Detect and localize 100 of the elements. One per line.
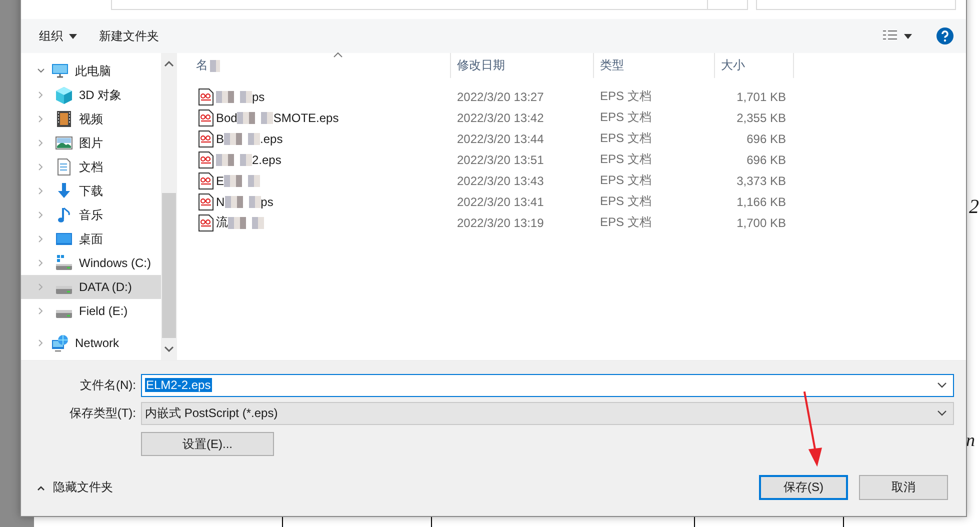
- chevron-icon: [37, 283, 45, 291]
- nav-item[interactable]: Network: [21, 331, 161, 355]
- nav-item[interactable]: DATA (D:): [21, 275, 161, 299]
- chevron-icon: [37, 67, 45, 75]
- table-cell-text: EPS 文档: [599, 88, 652, 105]
- chevron-icon: [37, 211, 45, 219]
- sort-icon: [333, 52, 343, 58]
- blur-mosaic: [228, 216, 264, 228]
- nav-item[interactable]: Field (E:): [21, 299, 161, 323]
- chevron-icon: [37, 163, 45, 171]
- dropdown-icon[interactable]: [937, 410, 947, 416]
- dropdown-icon[interactable]: [937, 382, 947, 388]
- network-icon: [51, 334, 69, 352]
- music-note-icon: [55, 206, 73, 224]
- file-name[interactable]: 流: [216, 214, 228, 231]
- chevron-icon: [37, 139, 45, 147]
- table-cell-text: 2022/3/20 13:41: [456, 194, 545, 210]
- nav-item[interactable]: 桌面: [21, 227, 161, 251]
- column-header[interactable]: 名: [195, 53, 451, 78]
- chevron-icon: [37, 115, 45, 123]
- chevron-icon: [37, 187, 45, 195]
- nav-item[interactable]: Windows (C:): [21, 251, 161, 275]
- nav-item[interactable]: 图片: [21, 131, 161, 155]
- file-name[interactable]: .eps: [260, 132, 283, 146]
- filename-field[interactable]: ELM2-2.eps: [141, 374, 954, 396]
- caret-icon: [69, 34, 77, 38]
- table-cell-text: 696 KB: [746, 152, 787, 168]
- file-name[interactable]: 2.eps: [252, 152, 282, 166]
- nav-item[interactable]: 此电脑: [21, 59, 161, 83]
- settings-button[interactable]: 设置(E)...: [141, 432, 274, 456]
- blur-mosaic: [210, 60, 220, 72]
- field-label: 文件名(N):: [79, 376, 137, 394]
- document-icon: [55, 158, 73, 176]
- drive-icon: [55, 254, 73, 272]
- table-cell-text: EPS 文档: [599, 193, 652, 210]
- eps-file-icon: [198, 192, 214, 210]
- table-cell-text: 1,700 KB: [736, 214, 787, 232]
- help-icon[interactable]: [936, 27, 954, 45]
- chevron-icon: [37, 339, 45, 347]
- chevron-icon: [37, 235, 45, 243]
- nav-item[interactable]: 下载: [21, 179, 161, 203]
- hide-folders-button[interactable]: 隐藏文件夹: [31, 478, 119, 497]
- table-cell-text: EPS 文档: [599, 214, 652, 231]
- eps-file-icon: [198, 214, 214, 232]
- chevron-icon: [37, 307, 45, 315]
- file-name[interactable]: E: [216, 174, 224, 188]
- chevron-icon: [37, 91, 45, 99]
- table-cell-text: 2022/3/20 13:44: [456, 130, 545, 148]
- scroll-down-icon[interactable]: [164, 346, 174, 352]
- monitor-icon: [55, 230, 73, 248]
- table-cell-text: 2022/3/20 13:27: [456, 88, 545, 106]
- drive-icon: [55, 285, 73, 295]
- eps-file-icon: [198, 108, 214, 126]
- film-icon: [55, 110, 73, 128]
- field-label: 保存类型(T):: [68, 404, 137, 422]
- file-name[interactable]: ps: [252, 90, 265, 104]
- table-cell-text: 3,373 KB: [736, 172, 787, 190]
- file-name[interactable]: N: [216, 194, 225, 208]
- document-text: 2: [969, 196, 979, 219]
- nav-item[interactable]: 文档: [21, 155, 161, 179]
- download-icon: [55, 182, 73, 200]
- file-name[interactable]: Bod: [216, 110, 238, 124]
- eps-file-icon: [198, 130, 214, 148]
- picture-icon: [55, 134, 73, 152]
- eps-file-icon: [198, 88, 214, 106]
- column-header[interactable]: 大小: [715, 53, 794, 78]
- blur-mosaic: [224, 132, 260, 144]
- blur-mosaic: [216, 90, 252, 102]
- scroll-up-icon[interactable]: [164, 61, 174, 67]
- blur-mosaic: [237, 112, 274, 124]
- new-folder-button[interactable]: 新建文件夹: [91, 24, 167, 48]
- table-cell-text: EPS 文档: [599, 130, 652, 147]
- table-cell-text: EPS 文档: [599, 172, 652, 189]
- save-button[interactable]: 保存(S): [759, 475, 848, 500]
- cube-icon: [55, 86, 73, 104]
- cancel-button[interactable]: 取消: [859, 475, 948, 500]
- table-cell-text: 696 KB: [746, 130, 787, 148]
- nav-item[interactable]: 视频: [21, 107, 161, 131]
- blur-mosaic: [216, 154, 252, 166]
- scroll-thumb[interactable]: [162, 193, 176, 338]
- scrollbar[interactable]: [161, 53, 177, 360]
- file-name[interactable]: ps: [260, 194, 274, 208]
- file-name[interactable]: B: [216, 132, 224, 146]
- file-type-select[interactable]: 内嵌式 PostScript (*.eps): [141, 402, 954, 424]
- nav-item[interactable]: 3D 对象: [21, 83, 161, 107]
- chevron-icon: [37, 484, 45, 490]
- table-cell-text: EPS 文档: [599, 109, 652, 126]
- nav-item[interactable]: 音乐: [21, 203, 161, 227]
- chevron-icon: [37, 259, 45, 267]
- table-cell-text: 1,701 KB: [736, 88, 787, 106]
- column-header[interactable]: 修改日期: [451, 53, 594, 78]
- drive-icon: [55, 309, 73, 319]
- organize-menu[interactable]: 组织: [31, 24, 85, 48]
- table-cell-text: 1,166 KB: [736, 194, 787, 210]
- column-header[interactable]: 类型: [594, 53, 715, 78]
- table-cell-text: 2022/3/20 13:42: [456, 110, 545, 126]
- table-cell-text: 2022/3/20 13:19: [456, 214, 545, 232]
- table-cell-text: EPS 文档: [599, 151, 652, 168]
- file-name[interactable]: SMOTE.eps: [273, 110, 339, 124]
- table-cell-text: 2022/3/20 13:43: [456, 172, 545, 190]
